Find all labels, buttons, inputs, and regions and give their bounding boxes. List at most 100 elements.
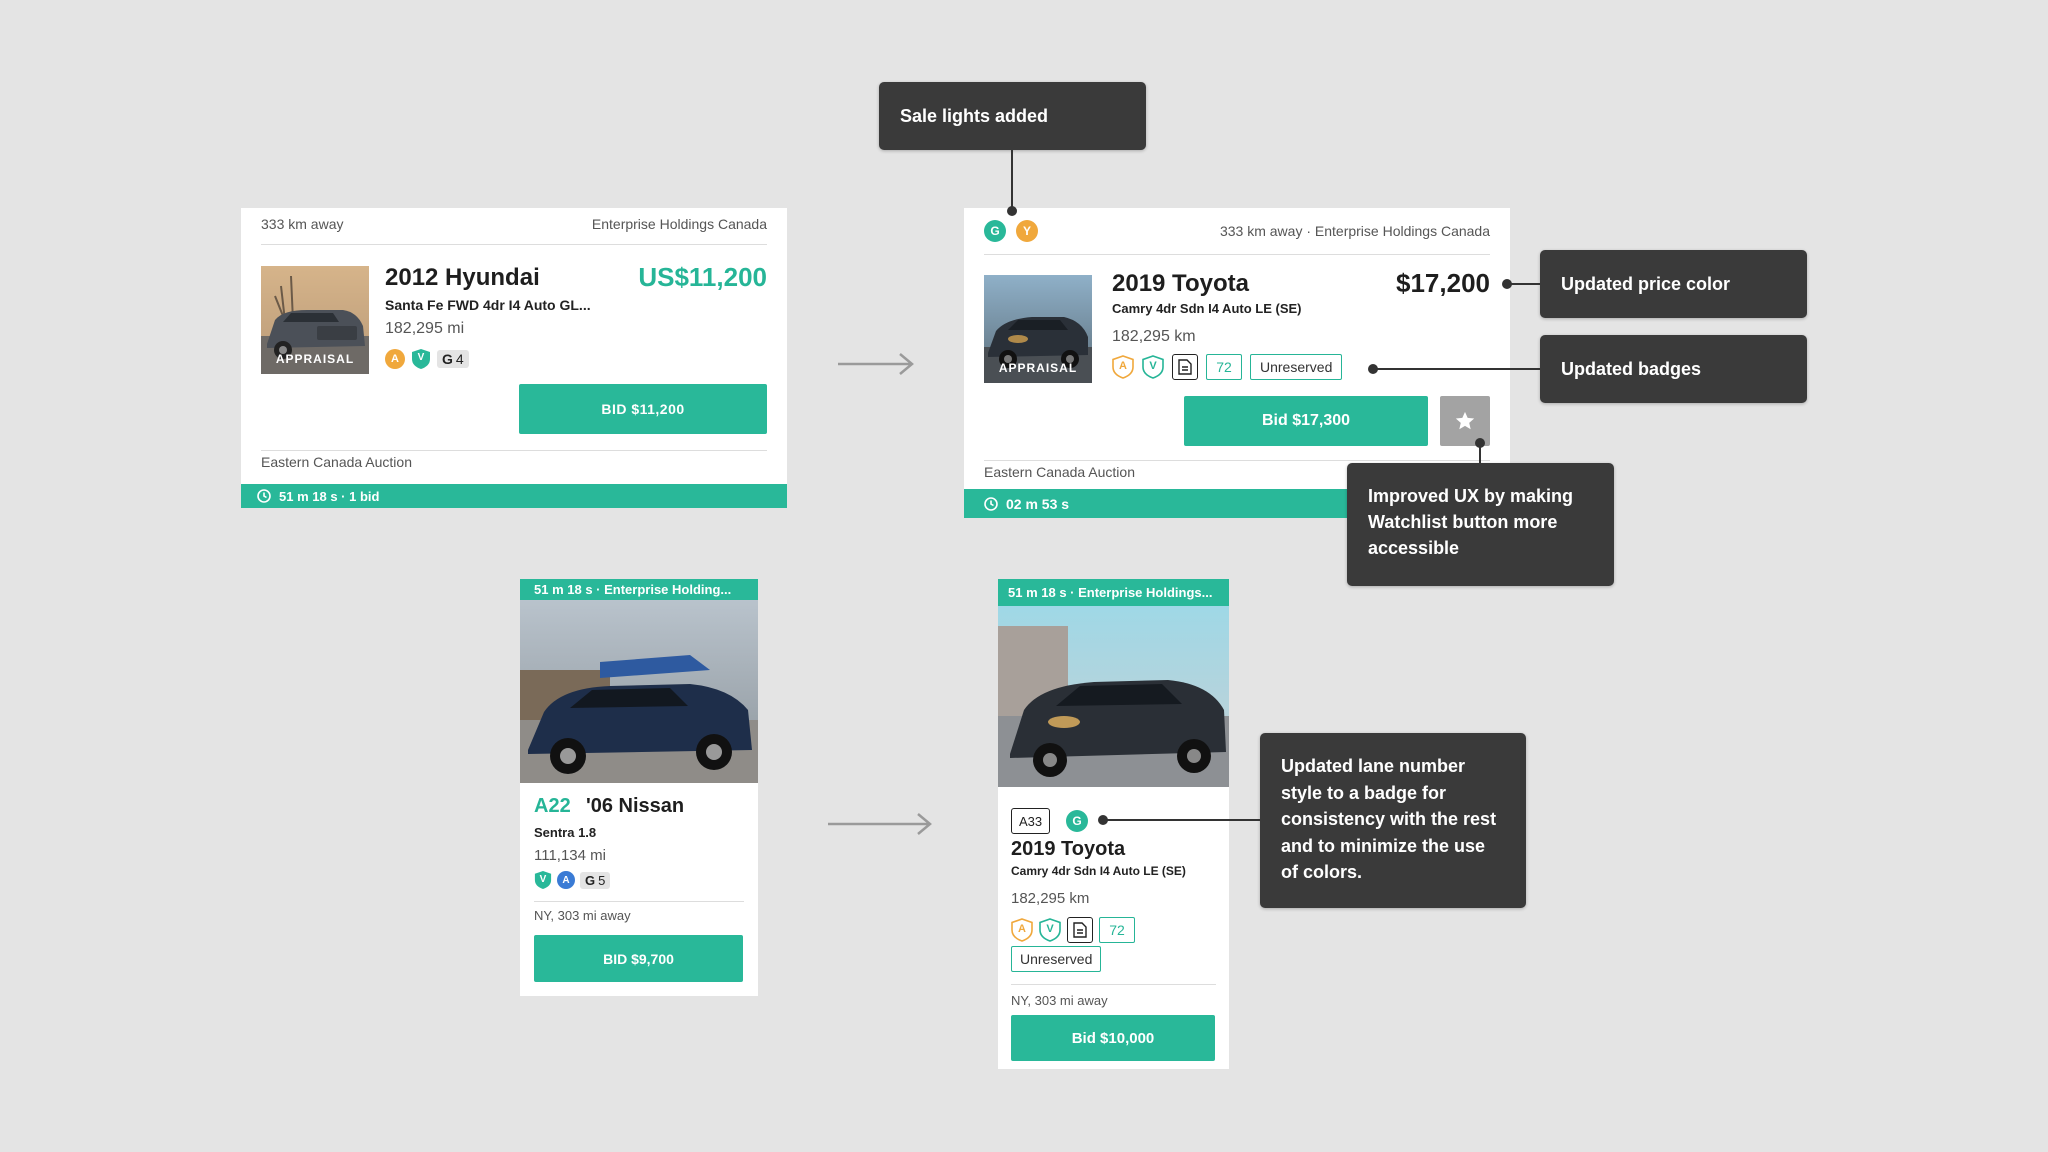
grid-header-bar: 51 m 18 s · Enterprise Holding... bbox=[520, 579, 758, 600]
badge-a-text: A bbox=[562, 874, 570, 886]
grid-header-text: 51 m 18 s · Enterprise Holding... bbox=[534, 582, 732, 597]
sale-light-yellow: Y bbox=[1016, 220, 1038, 242]
timer-bar: 51 m 18 s · 1 bid bbox=[241, 484, 787, 508]
new-grid-card[interactable]: 51 m 18 s · Enterprise Holdings... A33 G… bbox=[998, 579, 1229, 1069]
history-count-badge: G 4 bbox=[437, 350, 469, 368]
badge-v-text: V bbox=[417, 352, 425, 363]
verified-shield-icon: V bbox=[411, 348, 431, 370]
auction-name: Eastern Canada Auction bbox=[261, 454, 412, 470]
bid-button-label: Bid $10,000 bbox=[1071, 1029, 1155, 1047]
bid-button[interactable]: BID $11,200 bbox=[519, 384, 767, 434]
vehicle-title[interactable]: 2019 Toyota bbox=[1112, 270, 1249, 298]
sale-light-green-text: G bbox=[1072, 814, 1082, 828]
sale-light-green: G bbox=[984, 220, 1006, 242]
appraisal-label: APPRAISAL bbox=[275, 352, 355, 366]
vehicle-subtitle: Camry 4dr Sdn I4 Auto LE (SE) bbox=[1011, 864, 1186, 878]
vehicle-title[interactable]: 2019 Toyota bbox=[1011, 838, 1125, 861]
vehicle-price: $17,200 bbox=[1396, 268, 1490, 298]
history-count: 4 bbox=[455, 351, 464, 367]
verified-shield-icon: V bbox=[534, 870, 552, 890]
vehicle-thumbnail[interactable]: APPRAISAL bbox=[984, 275, 1092, 383]
note-lane: Updated lane number style to a badge for… bbox=[1260, 733, 1526, 908]
vehicle-mileage: 182,295 mi bbox=[385, 320, 465, 337]
autocheck-badge-icon: A bbox=[385, 349, 405, 369]
seller-text: Enterprise Holdings Canada bbox=[591, 216, 767, 232]
note-watchlist-text: Improved UX by making Watchlist button m… bbox=[1368, 486, 1574, 558]
vehicle-mileage: 182,295 km bbox=[1112, 328, 1196, 345]
grid-header-bar: 51 m 18 s · Enterprise Holdings... bbox=[998, 579, 1229, 606]
autocheck-shield-icon: A bbox=[1011, 918, 1033, 942]
bid-button[interactable]: Bid $17,300 bbox=[1184, 396, 1428, 446]
connector-dot bbox=[1007, 206, 1017, 216]
vehicle-subtitle: Camry 4dr Sdn I4 Auto LE (SE) bbox=[1112, 301, 1302, 316]
grid-header-text: 51 m 18 s · Enterprise Holdings... bbox=[1008, 585, 1213, 600]
note-price-color-text: Updated price color bbox=[1561, 273, 1731, 294]
note-sale-lights-text: Sale lights added bbox=[900, 105, 1049, 126]
history-count-badge: G 5 bbox=[580, 871, 611, 889]
badge-v-text: V bbox=[1046, 923, 1054, 935]
arrow-right-icon bbox=[838, 353, 914, 375]
verified-shield-icon: V bbox=[1142, 355, 1164, 379]
vehicle-mileage: 111,134 mi bbox=[534, 847, 606, 864]
badge-v-text: V bbox=[539, 874, 547, 885]
lane-number: A22 bbox=[534, 795, 571, 817]
history-count: 5 bbox=[598, 872, 606, 888]
bid-button[interactable]: Bid $10,000 bbox=[1011, 1015, 1215, 1061]
note-lane-text: Updated lane number style to a badge for… bbox=[1281, 756, 1497, 882]
vehicle-photo[interactable] bbox=[520, 600, 758, 783]
location-text: NY, 303 mi away bbox=[1011, 993, 1108, 1008]
clock-icon bbox=[257, 489, 271, 503]
appraisal-label: APPRAISAL bbox=[998, 361, 1078, 375]
old-grid-card[interactable]: 51 m 18 s · Enterprise Holding... A22 '0… bbox=[520, 579, 758, 996]
divider bbox=[261, 450, 767, 451]
history-g-icon: G bbox=[585, 872, 596, 888]
star-icon bbox=[1455, 411, 1475, 430]
unreserved-badge: Unreserved bbox=[1011, 946, 1102, 972]
badge-row: A V G 4 bbox=[385, 348, 469, 370]
arrow-right-icon bbox=[828, 813, 932, 835]
bid-button[interactable]: BID $9,700 bbox=[534, 935, 743, 982]
meta-text: 333 km away · Enterprise Holdings Canada bbox=[1219, 223, 1490, 239]
note-watchlist: Improved UX by making Watchlist button m… bbox=[1347, 463, 1614, 586]
vehicle-photo[interactable] bbox=[998, 606, 1229, 787]
history-g-icon: G bbox=[442, 351, 453, 367]
vehicle-subtitle: Sentra 1.8 bbox=[534, 825, 597, 840]
condition-score-badge: 72 bbox=[1206, 354, 1242, 380]
divider bbox=[984, 460, 1490, 461]
connector-dot bbox=[1368, 364, 1378, 374]
vehicle-title[interactable]: '06 Nissan bbox=[586, 795, 684, 818]
connector-dot bbox=[1502, 279, 1512, 289]
distance-text: 333 km away bbox=[261, 216, 344, 232]
old-list-card[interactable]: 333 km away Enterprise Holdings Canada A… bbox=[241, 208, 787, 508]
sale-light-yellow-text: Y bbox=[1022, 224, 1031, 238]
sale-light-green-text: G bbox=[990, 224, 1000, 238]
connector-line bbox=[1508, 283, 1540, 285]
note-price-color: Updated price color bbox=[1540, 250, 1807, 318]
note-badges-text: Updated badges bbox=[1561, 358, 1702, 379]
document-icon[interactable] bbox=[1067, 917, 1093, 943]
lane-badge: A33 bbox=[1011, 808, 1051, 834]
badge-v-text: V bbox=[1149, 360, 1157, 372]
divider bbox=[534, 901, 744, 902]
timer-text: 51 m 18 s · 1 bid bbox=[279, 488, 380, 504]
document-icon[interactable] bbox=[1172, 354, 1198, 380]
clock-icon bbox=[984, 496, 998, 511]
badge-row: V A G 5 bbox=[534, 870, 611, 890]
bid-button-label: BID $9,700 bbox=[603, 950, 674, 967]
badge-a-text: A bbox=[391, 353, 399, 365]
auction-name: Eastern Canada Auction bbox=[984, 464, 1135, 480]
connector-dot bbox=[1098, 815, 1108, 825]
badge-a-text: A bbox=[1018, 923, 1026, 935]
divider bbox=[1011, 984, 1216, 985]
timer-text: 02 m 53 s bbox=[1006, 495, 1070, 512]
vehicle-thumbnail[interactable]: APPRAISAL bbox=[261, 266, 369, 374]
location-text: NY, 303 mi away bbox=[534, 908, 631, 923]
connector-line bbox=[1011, 150, 1013, 212]
vehicle-mileage: 182,295 km bbox=[1011, 890, 1090, 907]
condition-score-badge: 72 bbox=[1099, 917, 1135, 943]
badge-row: A V 72 Unreserved bbox=[1112, 354, 1343, 380]
vehicle-title[interactable]: 2012 Hyundai bbox=[385, 264, 540, 292]
autocheck-shield-icon: A bbox=[1112, 355, 1134, 379]
autocheck-badge-icon: A bbox=[557, 871, 575, 889]
verified-shield-icon: V bbox=[1039, 918, 1061, 942]
